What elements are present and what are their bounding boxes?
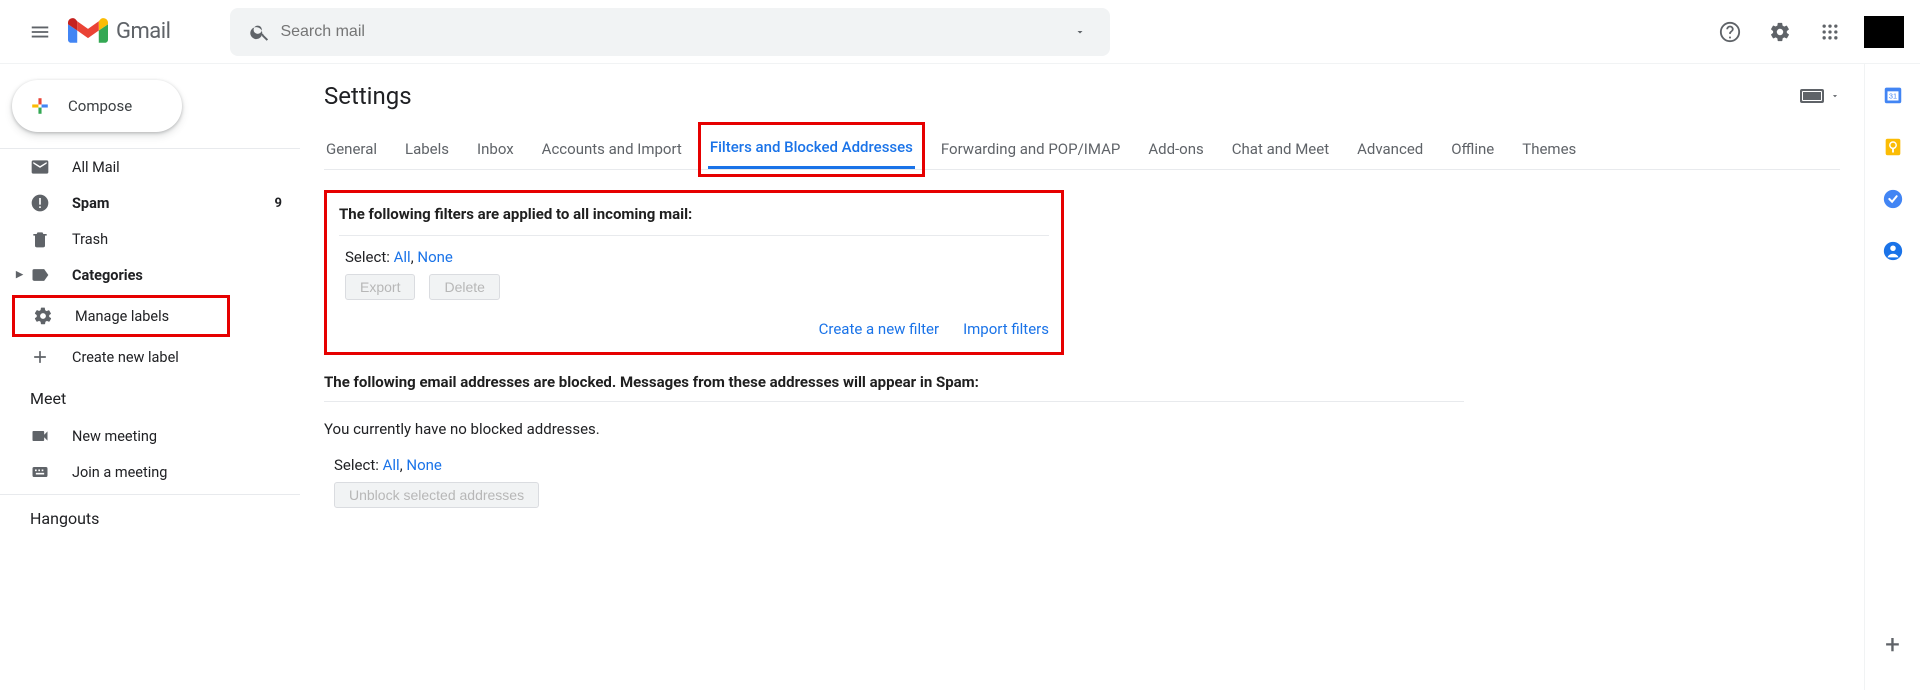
chevron-down-icon [1830,91,1840,101]
search-input[interactable] [280,23,1060,41]
stacked-mail-icon [30,157,52,177]
tab-themes[interactable]: Themes [1520,130,1578,168]
sidebar-item-all-mail[interactable]: All Mail [0,149,300,185]
gmail-logo-text: Gmail [116,19,170,44]
sidebar-item-label: Manage labels [75,308,209,325]
plus-icon [30,347,52,367]
delete-button: Delete [429,274,499,300]
tab-offline[interactable]: Offline [1449,130,1496,168]
side-panel: 31 + [1864,64,1920,690]
sidebar-item-count: 9 [275,196,282,211]
unblock-button: Unblock selected addresses [334,482,539,508]
sidebar-labels: All Mail Spam 9 Trash Categories Manage … [0,148,300,375]
sidebar-item-label: Categories [72,267,282,284]
plus-icon: + [1885,630,1900,660]
sidebar-item-label: New meeting [72,428,282,445]
tasks-app-button[interactable] [1882,188,1904,210]
contacts-icon [1882,240,1904,262]
blocked-select-row: Select: All, None [334,456,1464,474]
highlight-box-manage-labels: Manage labels [12,295,230,337]
sidebar: Compose All Mail Spam 9 Trash Categories [0,64,300,690]
sidebar-item-new-meeting[interactable]: New meeting [0,418,300,454]
account-avatar[interactable] [1864,16,1904,48]
search-bar[interactable] [230,8,1110,56]
support-button[interactable] [1710,12,1750,52]
settings-tabs: General Labels Inbox Accounts and Import… [324,128,1840,170]
svg-text:31: 31 [1888,92,1896,101]
app-header: Gmail [0,0,1920,64]
filters-select-all[interactable]: All [394,248,411,266]
keep-icon [1882,136,1904,158]
sidebar-item-label: All Mail [72,159,282,176]
compose-button[interactable]: Compose [12,80,182,132]
label-icon [30,265,52,285]
header-actions [1710,12,1904,52]
settings-button[interactable] [1760,12,1800,52]
tab-chat-meet[interactable]: Chat and Meet [1230,130,1331,168]
sidebar-item-trash[interactable]: Trash [0,221,300,257]
hangouts-section-title: Hangouts [0,495,300,538]
page-title: Settings [324,82,412,110]
gmail-logo-icon [68,16,108,48]
main-menu-button[interactable] [16,8,64,56]
gmail-logo[interactable]: Gmail [68,16,170,48]
tasks-icon [1882,188,1904,210]
gear-icon [1769,21,1791,43]
export-button: Export [345,274,415,300]
tab-inbox[interactable]: Inbox [475,130,516,168]
calendar-app-button[interactable]: 31 [1882,84,1904,106]
tab-labels[interactable]: Labels [403,130,451,168]
blocked-addresses-section: The following email addresses are blocke… [324,373,1464,508]
blocked-empty-message: You currently have no blocked addresses. [324,420,1464,438]
sidebar-item-label: Create new label [72,349,282,366]
sidebar-item-manage-labels[interactable]: Manage labels [15,298,227,334]
tab-forwarding[interactable]: Forwarding and POP/IMAP [939,130,1122,168]
plus-icon [26,92,54,120]
settings-panel: Settings General Labels Inbox Accounts a… [300,64,1864,690]
meet-section-title: Meet [0,375,300,418]
blocked-select-all[interactable]: All [383,456,400,474]
tab-advanced[interactable]: Advanced [1355,130,1425,168]
filters-select-none[interactable]: None [417,248,453,266]
keep-app-button[interactable] [1882,136,1904,158]
tab-accounts-import[interactable]: Accounts and Import [540,130,684,168]
blocked-select-none[interactable]: None [406,456,442,474]
tab-general[interactable]: General [324,130,379,168]
tab-filters-blocked[interactable]: Filters and Blocked Addresses [708,128,915,169]
sidebar-item-label: Spam [72,195,275,212]
sidebar-item-join-meeting[interactable]: Join a meeting [0,454,300,490]
filters-heading: The following filters are applied to all… [339,205,1049,223]
video-icon [30,426,52,446]
sidebar-item-label: Join a meeting [72,464,282,481]
filters-select-row: Select: All, None [345,248,1049,266]
gear-icon [33,306,55,326]
apps-button[interactable] [1810,12,1850,52]
hamburger-icon [29,21,51,43]
search-options-dropdown[interactable] [1060,26,1100,38]
create-filter-link[interactable]: Create a new filter [819,320,939,338]
contacts-app-button[interactable] [1882,240,1904,262]
apps-grid-icon [1820,22,1840,42]
sidebar-item-spam[interactable]: Spam 9 [0,185,300,221]
help-icon [1719,21,1741,43]
import-filters-link[interactable]: Import filters [963,320,1049,338]
search-icon[interactable] [240,21,280,43]
sidebar-item-create-label[interactable]: Create new label [0,339,300,375]
chevron-down-icon [1074,26,1086,38]
trash-icon [30,229,52,249]
tab-addons[interactable]: Add-ons [1146,130,1205,168]
sidebar-item-label: Trash [72,231,282,248]
compose-label: Compose [68,97,132,115]
keyboard-icon [1800,89,1824,103]
blocked-heading: The following email addresses are blocke… [324,373,1464,402]
input-tool-indicator[interactable] [1800,89,1840,103]
keyboard-icon [30,462,52,482]
add-addon-button[interactable]: + [1885,630,1900,660]
calendar-icon: 31 [1882,84,1904,106]
spam-icon [30,193,52,213]
sidebar-item-categories[interactable]: Categories [0,257,300,293]
highlight-box-filters-section: The following filters are applied to all… [324,190,1064,355]
